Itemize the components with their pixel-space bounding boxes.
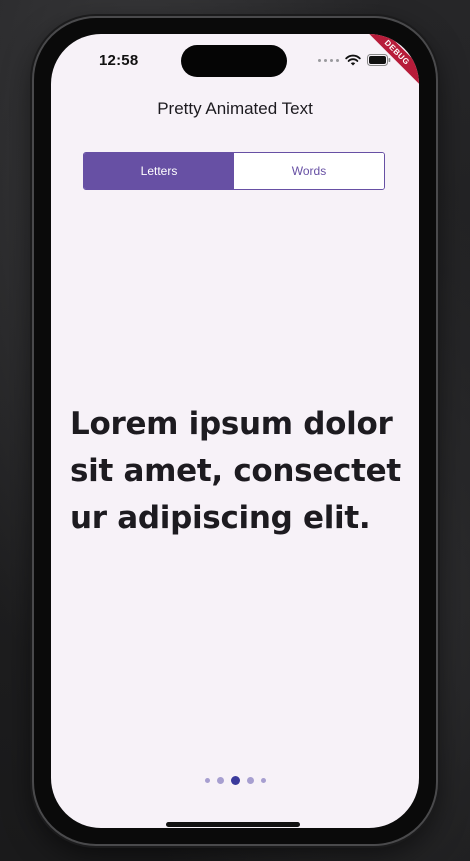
mode-segmented-control: Letters Words	[83, 152, 385, 190]
page-dot[interactable]	[246, 777, 254, 784]
page-dot[interactable]	[204, 778, 210, 783]
page-dot[interactable]	[260, 778, 266, 783]
segment-letters[interactable]: Letters	[84, 153, 234, 189]
cellular-dots-icon	[318, 58, 339, 62]
battery-icon	[367, 54, 391, 66]
page-dot[interactable]	[216, 777, 224, 784]
home-indicator[interactable]	[166, 822, 300, 827]
dynamic-island	[181, 45, 287, 77]
app-title: Pretty Animated Text	[157, 99, 313, 118]
status-indicators	[318, 54, 391, 66]
segment-words[interactable]: Words	[234, 153, 384, 189]
phone-screen: 12:58 DEBUG Pretty Animated Text Letters…	[51, 34, 419, 828]
status-time: 12:58	[99, 52, 139, 69]
page-dot-active[interactable]	[230, 776, 240, 785]
page-indicator	[51, 776, 419, 785]
animated-text-display: Lorem ipsum dolor sit amet, consectet ur…	[70, 406, 401, 536]
wifi-icon	[345, 54, 361, 66]
